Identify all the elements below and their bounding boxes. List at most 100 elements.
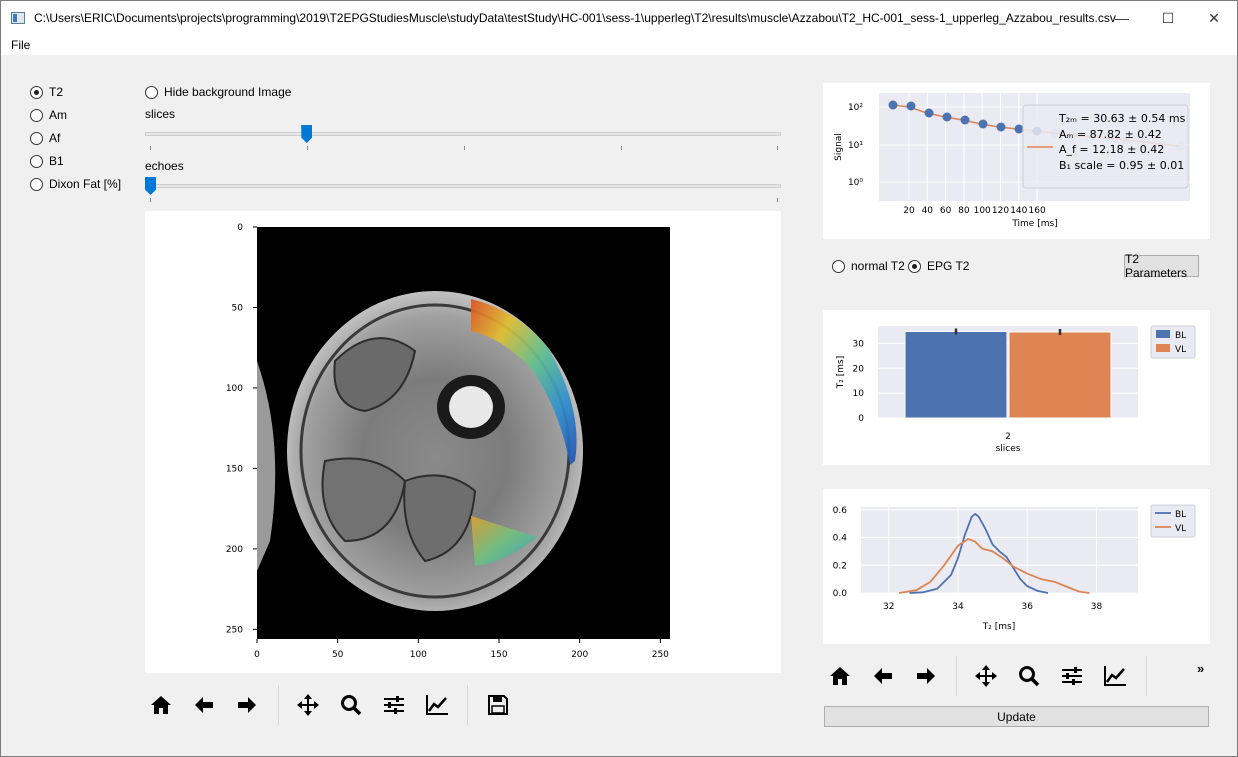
y-tick-label: 20 <box>853 364 865 374</box>
title-bar: C:\Users\ERIC\Documents\projects\program… <box>1 1 1237 35</box>
radio-label: Dixon Fat [%] <box>49 177 122 191</box>
decay-plot-svg[interactable]: T₂ₘ = 30.63 ± 0.54 ms Aₘ = 87.82 ± 0.42 … <box>823 83 1210 239</box>
toolbar-separator <box>956 656 957 696</box>
maximize-button[interactable]: ☐ <box>1145 1 1191 35</box>
radio-indicator <box>908 259 921 273</box>
x-tick-label: 0 <box>254 650 260 660</box>
t2-parameters-button[interactable]: T2 Parameters <box>1124 252 1199 280</box>
data-point <box>1014 124 1024 134</box>
close-button[interactable]: ✕ <box>1191 1 1237 35</box>
y-tick-label: 0.2 <box>833 561 847 571</box>
slider-tick <box>621 146 622 150</box>
bar-chart-svg[interactable]: 0 10 20 30 2 slices T₂ [ms] BL VL <box>823 310 1210 465</box>
slider-thumb[interactable] <box>145 177 156 195</box>
y-tick-label: 0.6 <box>833 506 848 516</box>
main-window: C:\Users\ERIC\Documents\projects\program… <box>0 0 1238 757</box>
bar-x-axis: 2 <box>1005 432 1011 442</box>
forward-button[interactable] <box>230 688 264 722</box>
slider-thumb[interactable] <box>301 125 313 143</box>
home-button[interactable] <box>144 688 178 722</box>
radio-epg-t2[interactable]: EPG T2 <box>908 259 969 273</box>
pan-button[interactable] <box>291 688 325 722</box>
x-tick-label: 60 <box>940 206 952 216</box>
update-button[interactable]: Update <box>824 706 1209 727</box>
y-tick-label: 100 <box>226 384 243 394</box>
echoes-slider[interactable] <box>145 177 781 202</box>
data-point <box>960 115 970 125</box>
decay-legend-t2m: T₂ₘ = 30.63 ± 0.54 ms <box>1058 112 1186 125</box>
image-plot-panel: 0 50 100 150 200 250 0 50 100 150 200 250 <box>145 211 781 673</box>
bar-legend: BL VL <box>1150 325 1196 359</box>
x-tick-label: 100 <box>974 206 991 216</box>
data-point <box>996 122 1006 132</box>
radio-dixon-fat[interactable]: Dixon Fat [%] <box>30 177 121 191</box>
save-button[interactable] <box>481 688 515 722</box>
home-icon <box>151 696 171 714</box>
radio-indicator <box>145 85 158 99</box>
back-button[interactable] <box>187 688 221 722</box>
pan-button[interactable] <box>969 659 1003 693</box>
hide-background-radio[interactable]: Hide background Image <box>145 85 291 99</box>
x-tick-label: 120 <box>992 206 1009 216</box>
slider-tick <box>150 146 151 150</box>
slices-slider[interactable] <box>145 125 781 150</box>
radio-indicator <box>30 85 43 99</box>
x-tick-label: 2 <box>1005 432 1011 442</box>
y-tick-label: 10² <box>848 103 863 113</box>
decay-y-axis: 10⁰ 10¹ 10² <box>848 103 863 188</box>
y-tick-label: 10¹ <box>848 141 863 151</box>
edit-axes-button[interactable] <box>1098 659 1132 693</box>
minimize-button[interactable]: — <box>1099 1 1145 35</box>
decay-legend-am: Aₘ = 87.82 ± 0.42 <box>1059 128 1162 141</box>
y-tick-label: 0 <box>858 414 864 424</box>
sliders-icon <box>384 696 404 714</box>
decay-y-label: Signal <box>834 133 844 161</box>
app-icon <box>11 12 25 24</box>
y-tick-label: 10⁰ <box>848 178 863 188</box>
bar-bl <box>904 330 1008 419</box>
radio-normal-t2[interactable]: normal T2 <box>832 259 905 273</box>
forward-button[interactable] <box>909 659 943 693</box>
density-legend: BL VL <box>1150 504 1196 538</box>
decay-x-label: Time [ms] <box>1011 219 1057 229</box>
radio-label: B1 <box>49 154 64 168</box>
density-y-axis: 0.0 0.2 0.4 0.6 <box>833 506 848 599</box>
radio-indicator <box>30 177 43 191</box>
subplots-button[interactable] <box>377 688 411 722</box>
edit-axes-button[interactable] <box>420 688 454 722</box>
arrow-left-icon <box>195 697 213 713</box>
density-x-label: T₂ [ms] <box>982 622 1015 632</box>
decay-legend-b1: B₁ scale = 0.95 ± 0.01 <box>1059 159 1184 172</box>
radio-t2[interactable]: T2 <box>30 85 63 99</box>
move-icon <box>975 665 997 687</box>
subplots-button[interactable] <box>1055 659 1089 693</box>
toolbar-overflow-button[interactable]: » <box>1197 661 1204 676</box>
data-point <box>942 112 952 122</box>
x-tick-label: 36 <box>1021 602 1033 612</box>
menu-file[interactable]: File <box>11 38 30 52</box>
slider-tick <box>777 198 778 202</box>
density-chart-svg[interactable]: 0.0 0.2 0.4 0.6 32 34 36 38 T₂ [ms] BL VL <box>823 489 1210 644</box>
arrow-left-icon <box>874 668 892 684</box>
radio-af[interactable]: Af <box>30 131 60 145</box>
y-tick-label: 30 <box>853 339 865 349</box>
x-tick-label: 140 <box>1010 206 1027 216</box>
arrow-right-icon <box>917 668 935 684</box>
back-button[interactable] <box>866 659 900 693</box>
arrow-right-icon <box>238 697 256 713</box>
image-plot-svg[interactable]: 0 50 100 150 200 250 0 50 100 150 200 250 <box>145 211 781 673</box>
window-title: C:\Users\ERIC\Documents\projects\program… <box>34 11 1116 25</box>
slider-track <box>145 132 781 136</box>
x-tick-label: 20 <box>903 206 915 216</box>
radio-am[interactable]: Am <box>30 108 67 122</box>
density-x-axis: 32 34 36 38 <box>883 602 1102 612</box>
home-button[interactable] <box>823 659 857 693</box>
magnifier-icon <box>341 695 362 716</box>
radio-label: Af <box>49 131 61 145</box>
slider-tick <box>777 146 778 150</box>
radio-b1[interactable]: B1 <box>30 154 64 168</box>
zoom-button[interactable] <box>334 688 368 722</box>
zoom-button[interactable] <box>1012 659 1046 693</box>
bar-y-label: T₂ [ms] <box>836 356 846 389</box>
legend-label: BL <box>1175 510 1186 520</box>
